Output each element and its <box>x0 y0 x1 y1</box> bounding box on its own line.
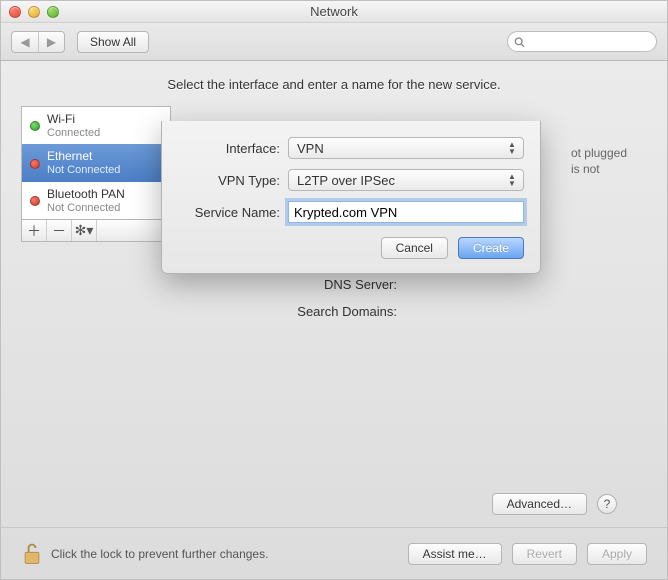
preferences-window: Network ◀ ▶ Show All Select the interfac… <box>0 0 668 580</box>
add-service-button[interactable]: ＋ <box>22 220 47 241</box>
help-button[interactable]: ? <box>597 494 617 514</box>
service-actions-button[interactable]: ✻▾ <box>72 220 97 241</box>
service-name-input[interactable] <box>288 201 524 223</box>
chevron-updown-icon: ▲▼ <box>505 140 519 156</box>
service-name: Wi-Fi <box>47 113 100 127</box>
new-service-sheet: Interface: VPN ▲▼ VPN Type: L2TP over IP… <box>161 121 541 274</box>
content-area: Select the interface and enter a name fo… <box>1 61 667 527</box>
service-bluetooth-pan[interactable]: Bluetooth PAN Not Connected <box>22 182 170 219</box>
search-input[interactable] <box>529 35 650 49</box>
vpn-type-select[interactable]: L2TP over IPSec ▲▼ <box>288 169 524 191</box>
assist-me-button[interactable]: Assist me… <box>408 543 502 565</box>
status-dot-icon <box>30 159 40 169</box>
status-dot-icon <box>30 196 40 206</box>
advanced-row: Advanced… ? <box>185 493 647 515</box>
search-field[interactable] <box>507 31 657 52</box>
cancel-button[interactable]: Cancel <box>381 237 448 259</box>
nav-segmented: ◀ ▶ <box>11 31 65 53</box>
service-list-footer: ＋ － ✻▾ <box>21 219 171 242</box>
toolbar: ◀ ▶ Show All <box>1 23 667 61</box>
forward-button[interactable]: ▶ <box>38 32 64 52</box>
dns-server-label: DNS Server: <box>185 277 405 292</box>
sheet-instruction: Select the interface and enter a name fo… <box>21 77 647 92</box>
vpn-type-label: VPN Type: <box>178 173 288 188</box>
service-list: Wi-Fi Connected Ethernet Not Connected <box>21 106 171 219</box>
status-dot-icon <box>30 121 40 131</box>
vpn-type-value: L2TP over IPSec <box>297 173 395 188</box>
service-ethernet[interactable]: Ethernet Not Connected <box>22 144 170 181</box>
remove-service-button[interactable]: － <box>47 220 72 241</box>
revert-button[interactable]: Revert <box>512 543 577 565</box>
chevron-updown-icon: ▲▼ <box>505 172 519 188</box>
search-icon <box>514 36 525 48</box>
service-status: Not Connected <box>47 202 125 215</box>
advanced-button[interactable]: Advanced… <box>492 493 587 515</box>
create-button[interactable]: Create <box>458 237 524 259</box>
service-name: Bluetooth PAN <box>47 188 125 202</box>
interface-value: VPN <box>297 141 324 156</box>
service-name-label: Service Name: <box>178 205 288 220</box>
lock-area[interactable]: Click the lock to prevent further change… <box>21 542 268 566</box>
gear-icon: ✻▾ <box>75 222 94 239</box>
titlebar: Network <box>1 1 667 23</box>
service-list-items: Wi-Fi Connected Ethernet Not Connected <box>22 107 170 219</box>
back-button[interactable]: ◀ <box>12 32 38 52</box>
interface-label: Interface: <box>178 141 288 156</box>
partially-visible-text: ot plugged is not <box>571 146 627 177</box>
window-title: Network <box>1 4 667 19</box>
search-domains-label: Search Domains: <box>185 304 405 319</box>
service-name: Ethernet <box>47 150 120 164</box>
interface-select[interactable]: VPN ▲▼ <box>288 137 524 159</box>
show-all-button[interactable]: Show All <box>77 31 149 53</box>
service-wifi[interactable]: Wi-Fi Connected <box>22 107 170 144</box>
apply-button[interactable]: Apply <box>587 543 647 565</box>
unlocked-lock-icon <box>21 542 43 566</box>
sidebar-column: Wi-Fi Connected Ethernet Not Connected <box>21 106 171 515</box>
footer: Click the lock to prevent further change… <box>1 527 667 579</box>
service-status: Connected <box>47 127 100 140</box>
service-status: Not Connected <box>47 164 120 177</box>
lock-text: Click the lock to prevent further change… <box>51 547 268 561</box>
